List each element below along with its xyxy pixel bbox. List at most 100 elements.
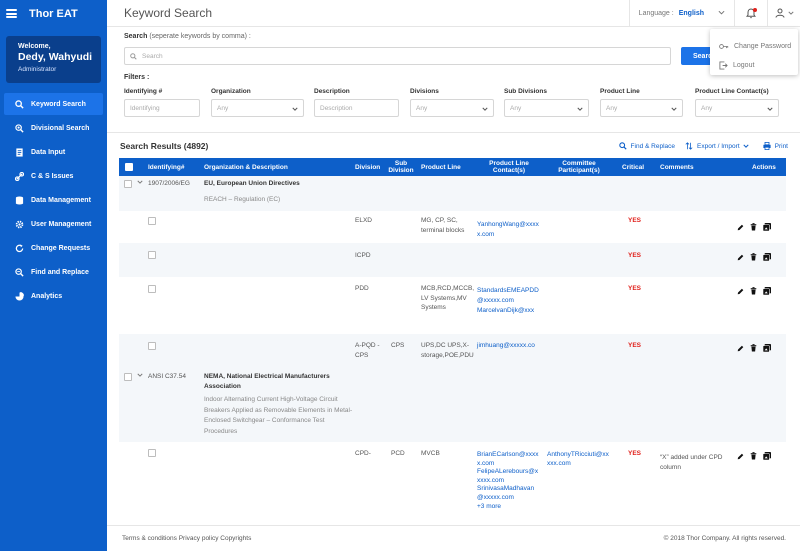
database-icon (15, 195, 24, 205)
copy-icon[interactable] (763, 223, 771, 231)
trash-icon[interactable] (750, 452, 757, 460)
col-committee[interactable]: Committee Participant(s) (547, 158, 611, 176)
col-division[interactable]: Division (355, 158, 380, 176)
row-checkbox[interactable] (148, 217, 156, 225)
organization-value: EU, European Union Directives (204, 180, 300, 187)
col-sub-division[interactable]: Sub Division (387, 158, 415, 176)
table-row: ICPD YES (119, 243, 786, 277)
divisions-select[interactable]: Any (410, 99, 494, 117)
sidebar-item-change-requests[interactable]: Change Requests (4, 237, 103, 259)
product-line-value: MVCB (421, 450, 440, 457)
table-row: CPD- PCD MVCB BrianECarlson@xxxxx.com Fe… (119, 442, 786, 520)
identifying-input[interactable]: Identifying (124, 99, 200, 117)
chevron-down-icon (577, 106, 583, 113)
sidebar-item-cs-issues[interactable]: C & S Issues (4, 165, 103, 187)
edit-icon[interactable] (737, 254, 744, 261)
logout-icon (719, 61, 728, 70)
filter-label: Product Line (600, 88, 640, 95)
edit-icon[interactable] (737, 453, 744, 460)
search-hint: (seperate keywords by comma) : (149, 33, 251, 40)
sidebar-item-label: Keyword Search (31, 100, 86, 108)
row-checkbox[interactable] (124, 373, 132, 381)
sidebar-item-label: Change Requests (31, 244, 91, 252)
contact-link[interactable]: MarcelvanDijk@xxx (477, 306, 534, 316)
sidebar-item-data-management[interactable]: Data Management (4, 189, 103, 211)
description-input[interactable]: Description (314, 99, 399, 117)
sidebar-item-data-input[interactable]: Data Input (4, 141, 103, 163)
sidebar-item-analytics[interactable]: Analytics (4, 285, 103, 307)
group-row: ANSI C37.54 NEMA, National Electrical Ma… (119, 368, 786, 442)
identifying-value: ANSI C37.54 (148, 373, 186, 380)
row-checkbox[interactable] (148, 251, 156, 259)
contact-link[interactable]: StandardsEMEAPDD@xxxxx.com (477, 286, 539, 305)
filter-product-line-contacts: Product Line Contact(s) Any (695, 88, 779, 117)
edit-icon[interactable] (737, 345, 744, 352)
language-select[interactable]: English (679, 10, 704, 17)
col-critical[interactable]: Critical (622, 158, 644, 176)
contact-link[interactable]: SrinivasaMadhavan@xxxxx.com (477, 485, 539, 502)
row-checkbox[interactable] (148, 285, 156, 293)
contact-link[interactable]: BrianECarlson@xxxxx.com (477, 451, 539, 468)
product-line-select[interactable]: Any (600, 99, 683, 117)
change-password-item[interactable]: Change Password (710, 37, 798, 56)
select-all-checkbox[interactable] (125, 163, 133, 171)
print-button[interactable]: Print (763, 142, 788, 150)
copy-icon[interactable] (763, 253, 771, 261)
table-row: ELXD MG, CP, SC, terminal blocks Yanhong… (119, 211, 786, 243)
notifications-button[interactable] (735, 0, 767, 27)
copy-icon[interactable] (763, 287, 771, 295)
edit-icon[interactable] (737, 224, 744, 231)
user-menu-button[interactable] (768, 0, 800, 27)
copy-icon[interactable] (763, 452, 771, 460)
contact-link[interactable]: jimhuang@xxxxx.co (477, 341, 535, 351)
find-replace-label: Find & Replace (630, 142, 675, 150)
trash-icon[interactable] (750, 223, 757, 231)
committee-link[interactable]: AnthonyTRicciuti@xxxxx.com (547, 451, 611, 468)
trash-icon[interactable] (750, 253, 757, 261)
contact-link[interactable]: FelipeALerebours@xxxxx.com (477, 468, 539, 485)
row-checkbox[interactable] (148, 342, 156, 350)
results-bar: Search Results (4892) Find & Replace Exp… (107, 132, 800, 158)
table-row: PDD MCB,RCD,MCCB, LV Systems,MV Systems … (119, 277, 786, 334)
filter-placeholder: Any (510, 104, 522, 112)
trash-icon[interactable] (750, 287, 757, 295)
export-import-button[interactable]: Export / Import (685, 142, 753, 150)
col-identifying[interactable]: Identifying# (148, 158, 184, 176)
row-checkbox[interactable] (124, 180, 132, 188)
col-org-desc[interactable]: Organization & Description (204, 158, 288, 176)
sub-divisions-select[interactable]: Any (504, 99, 589, 117)
col-product-line[interactable]: Product Line (421, 158, 461, 176)
description-value: Indoor Alternating Current High-Voltage … (204, 396, 353, 435)
table-row: A-PQD -CPS CPS UPS,DC UPS,X-storage,POE,… (119, 334, 786, 368)
results-title: Search Results (4892) (120, 140, 209, 151)
col-comments[interactable]: Comments (660, 158, 694, 176)
sidebar-item-label: Find and Replace (31, 268, 89, 276)
division-value: ELXD (355, 217, 372, 224)
more-contacts-link[interactable]: +3 more (477, 502, 501, 512)
sidebar-item-user-management[interactable]: User Management (4, 213, 103, 235)
critical-value: YES (628, 450, 642, 457)
filter-label: Sub Divisions (504, 88, 547, 95)
search-input[interactable]: Search (124, 47, 671, 65)
col-actions: Actions (752, 163, 776, 171)
expand-chevron-icon[interactable] (137, 371, 143, 381)
menu-icon[interactable] (6, 9, 17, 18)
sidebar-item-keyword-search[interactable]: Keyword Search (4, 93, 103, 115)
expand-chevron-icon[interactable] (137, 178, 143, 188)
col-pl-contacts[interactable]: Product Line Contact(s) (479, 158, 539, 176)
footer-links[interactable]: Terms & conditions Privacy policy Copyri… (122, 535, 251, 542)
edit-icon[interactable] (737, 288, 744, 295)
trash-icon[interactable] (750, 344, 757, 352)
row-checkbox[interactable] (148, 449, 156, 457)
chevron-down-icon (482, 106, 488, 113)
sidebar-item-find-replace[interactable]: Find and Replace (4, 261, 103, 283)
organization-select[interactable]: Any (211, 99, 304, 117)
copy-icon[interactable] (763, 344, 771, 352)
contact-link[interactable]: YanhongWang@xxxxx.com (477, 220, 539, 239)
chevron-down-icon[interactable] (718, 10, 725, 17)
sidebar-item-divisional-search[interactable]: Divisional Search (4, 117, 103, 139)
find-replace-button[interactable]: Find & Replace (618, 142, 675, 150)
divider (628, 0, 630, 27)
product-line-contacts-select[interactable]: Any (695, 99, 779, 117)
logout-item[interactable]: Logout (710, 56, 798, 75)
